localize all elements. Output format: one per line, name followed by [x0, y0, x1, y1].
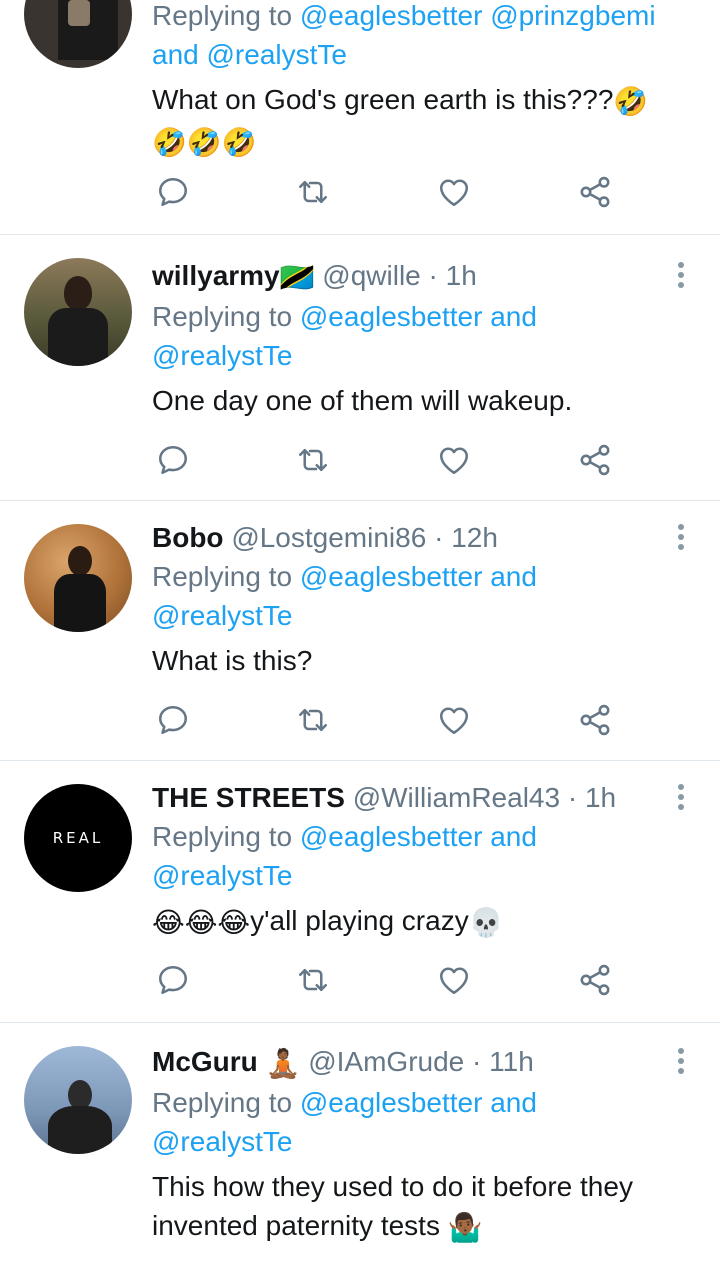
- flag-emoji: 🇹🇿: [279, 262, 315, 294]
- tweet-actions: [155, 174, 635, 210]
- mention-link[interactable]: @realystTe: [152, 600, 292, 631]
- display-name[interactable]: willyarmy: [152, 260, 280, 291]
- separator: ·: [567, 782, 578, 813]
- separator: ·: [472, 1046, 482, 1077]
- tweet[interactable]: Bobo @Lostgemini86 · 12h Replying to @ea…: [0, 500, 720, 761]
- share-icon[interactable]: [577, 702, 613, 738]
- tweet-text: What is this?: [152, 645, 313, 676]
- mention-link[interactable]: @realystTe: [152, 860, 292, 891]
- reply-prefix: Replying to: [152, 301, 293, 333]
- mention-link[interactable]: @realystTe: [207, 39, 347, 70]
- reply-icon[interactable]: [155, 702, 191, 738]
- mention-link[interactable]: @eaglesbetter: [300, 561, 483, 592]
- mention-link[interactable]: @eaglesbetter: [300, 301, 483, 332]
- display-name[interactable]: McGuru: [152, 1046, 258, 1077]
- tweet-actions: [155, 962, 635, 998]
- retweet-icon[interactable]: [295, 702, 331, 738]
- reply-prefix: Replying to: [152, 821, 293, 852]
- avatar[interactable]: [24, 524, 132, 632]
- and-word: and: [152, 39, 199, 70]
- mention-link[interactable]: @realystTe: [152, 1126, 292, 1157]
- tweet[interactable]: Replying to @eaglesbetter @prinzgbemi an…: [0, 0, 720, 235]
- tweet-text: One day one of them will wakeup.: [152, 385, 573, 417]
- share-icon[interactable]: [577, 174, 613, 210]
- like-icon[interactable]: [436, 442, 472, 478]
- avatar[interactable]: [24, 0, 132, 68]
- tweet-actions: [155, 442, 635, 478]
- user-handle[interactable]: @WilliamReal43: [353, 782, 560, 813]
- display-name[interactable]: Bobo: [152, 522, 224, 553]
- reply-icon[interactable]: [155, 962, 191, 998]
- and-word: and: [490, 561, 537, 592]
- tweet[interactable]: willyarmy🇹🇿 @qwille · 1h Replying to @ea…: [0, 234, 720, 501]
- retweet-icon[interactable]: [295, 962, 331, 998]
- tweet-actions: [155, 702, 635, 738]
- tweet-text: This how they used to do it before they: [152, 1171, 633, 1203]
- share-icon[interactable]: [577, 962, 613, 998]
- avatar[interactable]: REAL: [24, 784, 132, 892]
- reply-icon[interactable]: [155, 174, 191, 210]
- user-handle[interactable]: @qwille: [322, 260, 420, 291]
- avatar-text: REAL: [52, 829, 104, 847]
- skull-emoji: 💀: [468, 907, 504, 939]
- like-icon[interactable]: [436, 174, 472, 210]
- like-icon[interactable]: [436, 962, 472, 998]
- separator: ·: [428, 260, 438, 291]
- avatar[interactable]: [24, 1046, 132, 1154]
- user-handle[interactable]: @IAmGrude: [308, 1046, 464, 1077]
- reply-prefix: Replying to: [152, 1087, 293, 1119]
- more-options-icon[interactable]: [676, 524, 686, 554]
- tweet[interactable]: REAL THE STREETS @WilliamReal43 · 1h Rep…: [0, 760, 720, 1023]
- meditation-emoji: 🧘🏾: [265, 1048, 301, 1080]
- reply-prefix: Replying to: [152, 0, 293, 31]
- share-icon[interactable]: [577, 442, 613, 478]
- tweet[interactable]: McGuru 🧘🏾 @IAmGrude · 11h Replying to @e…: [0, 1022, 720, 1262]
- display-name[interactable]: THE STREETS: [152, 782, 345, 813]
- laughing-emoji: 😂😂😂: [152, 907, 251, 939]
- timestamp[interactable]: 11h: [489, 1046, 534, 1077]
- reply-prefix: Replying to: [152, 561, 293, 592]
- tweet-text: y'all playing crazy: [250, 905, 469, 936]
- retweet-icon[interactable]: [295, 174, 331, 210]
- and-word: and: [490, 301, 537, 333]
- more-options-icon[interactable]: [676, 784, 686, 814]
- tweet-text: What on God's green earth is this???: [152, 84, 614, 115]
- tweet-text: invented paternity tests: [152, 1210, 440, 1242]
- separator: ·: [434, 522, 444, 553]
- user-handle[interactable]: @Lostgemini86: [231, 522, 426, 553]
- timestamp[interactable]: 12h: [451, 522, 498, 553]
- and-word: and: [490, 1087, 537, 1119]
- retweet-icon[interactable]: [295, 442, 331, 478]
- timestamp[interactable]: 1h: [585, 782, 616, 813]
- like-icon[interactable]: [436, 702, 472, 738]
- mention-link[interactable]: @realystTe: [152, 340, 292, 371]
- mention-link[interactable]: @eaglesbetter @prinzgbemi: [300, 0, 656, 31]
- more-options-icon[interactable]: [676, 1048, 686, 1078]
- shrug-emoji: 🤷🏾‍♂️: [447, 1212, 483, 1244]
- and-word: and: [490, 821, 537, 852]
- mention-link[interactable]: @eaglesbetter: [300, 821, 483, 852]
- rofl-emoji: 🤣🤣🤣: [152, 127, 257, 159]
- mention-link[interactable]: @eaglesbetter: [300, 1087, 483, 1118]
- rofl-emoji: 🤣: [613, 86, 649, 118]
- avatar[interactable]: [24, 258, 132, 366]
- more-options-icon[interactable]: [676, 262, 686, 292]
- timestamp[interactable]: 1h: [446, 260, 477, 291]
- reply-icon[interactable]: [155, 442, 191, 478]
